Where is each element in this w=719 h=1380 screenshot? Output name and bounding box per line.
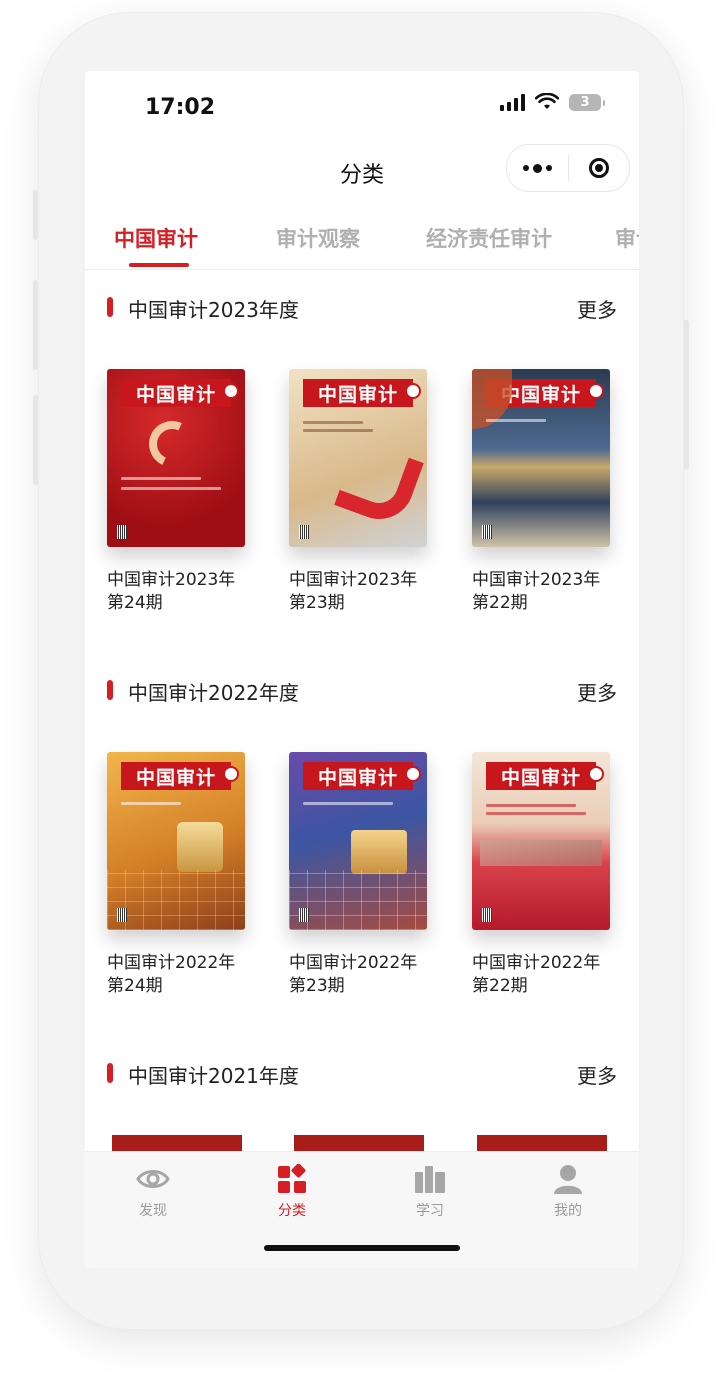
tab-shenji-more[interactable]: 审计 [615, 223, 639, 253]
golden-gear-graphic [177, 822, 223, 872]
target-icon [588, 158, 609, 178]
status-time: 17:02 [145, 95, 216, 120]
book-title: 中国审计2023年 第24期 [107, 570, 236, 613]
tabbar-label: 我的 [554, 1203, 582, 1219]
status-icons: 3 [500, 93, 605, 111]
book-cover: 中国审计 [289, 369, 427, 547]
book-cover: 中国审计 [472, 369, 610, 547]
book-title: 中国审计2022年 第22期 [472, 953, 601, 996]
tabbar-label: 分类 [278, 1203, 306, 1219]
cover-masthead: 中国审计 [121, 762, 231, 790]
more-link[interactable]: 更多 [577, 1060, 617, 1089]
book-cover: 中国审计 [472, 752, 610, 930]
section-header: 中国审计2023年度 更多 [85, 285, 639, 325]
book-title: 中国审计2023年 第23期 [289, 570, 418, 613]
section-accent-bar [107, 297, 113, 317]
book-title: 中国审计2023年 第22期 [472, 570, 601, 613]
red-ribbon-graphic [334, 439, 424, 529]
section-2021: 中国审计2021年度 更多 [85, 1051, 639, 1165]
book-item[interactable]: 中国审计 中国审计2023年 第23期 [289, 369, 429, 615]
section-2022: 中国审计2022年度 更多 中国审计 中国审计2022年 第24期 中国审计 中… [85, 668, 639, 996]
eye-icon [136, 1164, 170, 1194]
miniprogram-capsule [506, 144, 630, 192]
cover-masthead: 中国审计 [303, 379, 413, 407]
more-link[interactable]: 更多 [577, 677, 617, 706]
volume-down-button [33, 395, 38, 485]
golden-city-graphic [351, 830, 407, 874]
tab-jingji-zeren-shenji[interactable]: 经济责任审计 [426, 223, 552, 253]
app-screen: 17:02 3 分类 中国审计 审计观察 经济责任审计 审计 中国审计 [85, 71, 639, 1268]
tab-shenji-guancha[interactable]: 审计观察 [276, 223, 360, 253]
tabbar-label: 发现 [139, 1203, 167, 1219]
power-button [684, 320, 689, 470]
skyline-graphic [480, 840, 602, 866]
close-miniprogram-button[interactable] [569, 145, 630, 191]
tabbar-study[interactable]: 学习 [390, 1164, 470, 1220]
battery-icon: 3 [569, 93, 605, 111]
active-tab-indicator [129, 263, 189, 267]
more-link[interactable]: 更多 [577, 294, 617, 323]
hammer-sickle-emblem [142, 414, 202, 474]
cover-masthead: 中国审计 [303, 762, 413, 790]
book-cover: 中国审计 [289, 752, 427, 930]
section-title: 中国审计2021年度 [128, 1064, 299, 1088]
category-tabs: 中国审计 审计观察 经济责任审计 审计 [85, 211, 639, 270]
section-accent-bar [107, 680, 113, 700]
tab-zhongguo-shenji[interactable]: 中国审计 [114, 223, 198, 253]
book-item[interactable]: 中国审计 中国审计2022年 第23期 [289, 752, 429, 998]
books-icon [413, 1164, 447, 1194]
section-2023: 中国审计2023年度 更多 中国审计 中国审计2023年 第24期 中国审计 中… [85, 285, 639, 613]
more-menu-button[interactable] [507, 145, 568, 191]
book-item[interactable]: 中国审计 中国审计2022年 第24期 [107, 752, 247, 998]
tabbar-label: 学习 [416, 1203, 444, 1219]
cover-masthead: 中国审计 [486, 762, 596, 790]
book-item[interactable]: 中国审计 中国审计2023年 第22期 [472, 369, 612, 615]
book-title: 中国审计2022年 第24期 [107, 953, 236, 996]
section-header: 中国审计2022年度 更多 [85, 668, 639, 708]
book-cover: 中国审计 [107, 369, 245, 547]
cover-masthead: 中国审计 [121, 379, 231, 407]
volume-up-button [33, 280, 38, 370]
book-cover: 中国审计 [107, 752, 245, 930]
section-accent-bar [107, 1063, 113, 1083]
more-dots-icon [522, 163, 552, 173]
tabbar-category[interactable]: 分类 [252, 1163, 332, 1220]
tabbar-mine[interactable]: 我的 [528, 1164, 608, 1220]
category-icon [275, 1163, 309, 1194]
signal-icon [500, 93, 525, 111]
tabbar-discover[interactable]: 发现 [113, 1164, 193, 1220]
mute-switch [33, 190, 38, 240]
user-icon [551, 1164, 585, 1194]
battery-level: 3 [580, 94, 590, 110]
wifi-icon [535, 93, 559, 109]
book-item[interactable]: 中国审计 中国审计2023年 第24期 [107, 369, 247, 615]
home-indicator[interactable] [264, 1245, 460, 1251]
section-header: 中国审计2021年度 更多 [85, 1051, 639, 1091]
book-item[interactable]: 中国审计 中国审计2022年 第22期 [472, 752, 612, 998]
book-title: 中国审计2022年 第23期 [289, 953, 418, 996]
section-title: 中国审计2022年度 [128, 681, 299, 705]
section-title: 中国审计2023年度 [128, 298, 299, 322]
